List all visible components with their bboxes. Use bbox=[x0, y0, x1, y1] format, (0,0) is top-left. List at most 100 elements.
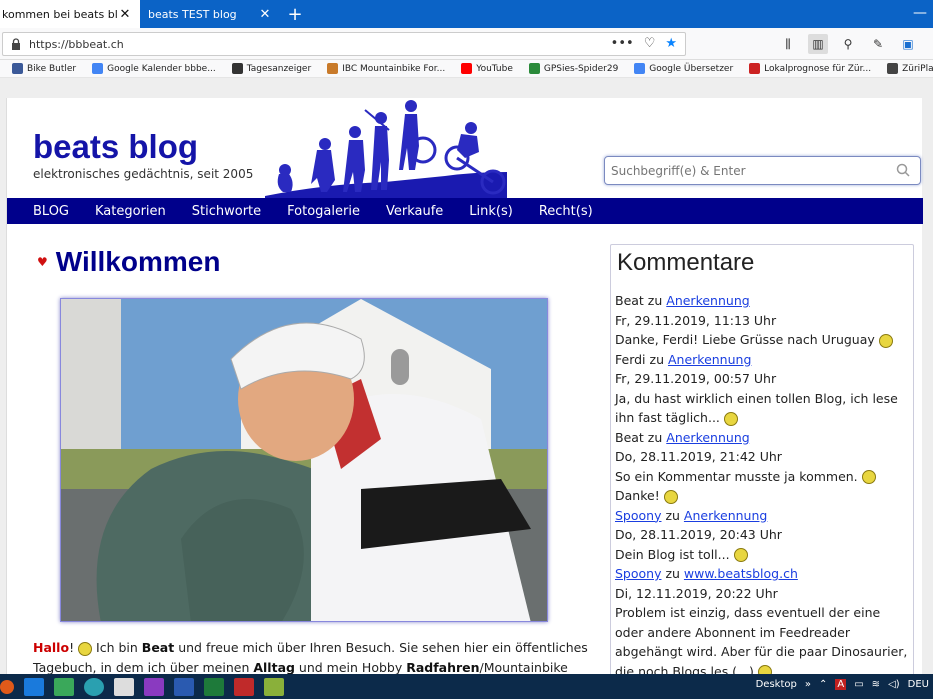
close-tab-icon[interactable]: ✕ bbox=[118, 7, 132, 22]
bookmark-item[interactable]: Google Kalender bbbe... bbox=[92, 63, 216, 74]
tray-up-icon[interactable]: ⌃ bbox=[819, 679, 827, 690]
comment-post-link[interactable]: www.beatsblog.ch bbox=[684, 566, 798, 581]
bookmark-item[interactable]: ZüriPlan bbox=[887, 63, 933, 74]
bookmark-label: Bike Butler bbox=[27, 63, 77, 74]
page-viewport: beats blog elektronisches gedächtnis, se… bbox=[0, 78, 933, 684]
comment-zu: zu bbox=[645, 351, 668, 367]
menu-item[interactable]: Stichworte bbox=[179, 204, 274, 219]
bookmark-item[interactable]: YouTube bbox=[461, 63, 513, 74]
menu-item[interactable]: Kategorien bbox=[82, 204, 179, 219]
comment-author[interactable]: Spoony bbox=[615, 566, 661, 581]
comment-text: Dein Blog ist toll... bbox=[615, 546, 730, 562]
word-icon[interactable] bbox=[174, 677, 194, 696]
app-icon[interactable] bbox=[84, 677, 104, 696]
comment-item: Beat zu Anerkennung Fr, 29.11.2019, 11:13… bbox=[615, 291, 909, 350]
bookmark-item[interactable]: Tagesanzeiger bbox=[231, 63, 311, 74]
search-input[interactable] bbox=[605, 157, 885, 184]
comment-author[interactable]: Spoony bbox=[615, 508, 661, 523]
bookmark-label: YouTube bbox=[476, 63, 513, 74]
favicon-icon bbox=[231, 63, 243, 74]
app-icon[interactable] bbox=[54, 677, 74, 696]
url-bar[interactable]: https://bbbeat.ch ••• ♡ ★ bbox=[2, 32, 686, 56]
acrobat-icon[interactable]: A bbox=[835, 679, 847, 690]
search-icon[interactable] bbox=[896, 163, 910, 177]
comment-item: Ferdi zu Anerkennung Fr, 29.11.2019, 00:5… bbox=[615, 350, 909, 428]
site-tagline: elektronisches gedächtnis, seit 2005 bbox=[33, 167, 254, 181]
new-tab-button[interactable]: + bbox=[280, 0, 310, 28]
close-tab-icon[interactable]: ✕ bbox=[258, 7, 272, 22]
bookmark-item[interactable]: Lokalprognose für Zür... bbox=[749, 63, 871, 74]
tab-bar: kommen bei beats blog ✕ beats TEST blog … bbox=[0, 0, 933, 28]
bookmark-star-icon[interactable]: ★ bbox=[665, 36, 677, 51]
menu-item[interactable]: Verkaufe bbox=[373, 204, 456, 219]
bookmark-item[interactable]: Bike Butler bbox=[12, 63, 76, 74]
favicon-icon bbox=[887, 63, 899, 74]
comment-zu: zu bbox=[661, 566, 684, 581]
desktop-label[interactable]: Desktop bbox=[756, 679, 797, 690]
library-icon[interactable]: ⫼ bbox=[778, 34, 798, 54]
outlook-icon[interactable] bbox=[24, 677, 44, 696]
menu-item[interactable]: BLOG bbox=[7, 204, 82, 219]
menu-item[interactable]: Recht(s) bbox=[526, 204, 606, 219]
comment-date: Fr, 29.11.2019, 11:13 Uhr bbox=[615, 312, 777, 328]
bookmark-item[interactable]: GPSies-Spider29 bbox=[528, 63, 618, 74]
tab-willkommen[interactable]: kommen bei beats blog ✕ bbox=[0, 0, 140, 28]
app-icon[interactable] bbox=[264, 677, 284, 696]
chevron-icon[interactable]: » bbox=[805, 679, 811, 690]
smiley-icon bbox=[78, 641, 93, 656]
extension-icon[interactable]: ⚲ bbox=[838, 34, 858, 54]
pocket-icon[interactable]: ♡ bbox=[644, 36, 656, 51]
comment-post-link[interactable]: Anerkennung bbox=[666, 430, 749, 445]
menu-item[interactable]: Fotogalerie bbox=[274, 204, 373, 219]
comment-item: Spoony zu Anerkennung Do, 28.11.2019, 20:… bbox=[615, 506, 909, 565]
comment-post-link[interactable]: Anerkennung bbox=[666, 293, 749, 308]
comment-date: Fr, 29.11.2019, 00:57 Uhr bbox=[615, 371, 777, 386]
alltag-word: Alltag bbox=[253, 660, 295, 675]
firefox-icon[interactable] bbox=[0, 679, 14, 694]
menu-item[interactable]: Link(s) bbox=[456, 204, 526, 219]
comment-text: Danke, Ferdi! Liebe Grüsse nach Uruguay bbox=[615, 332, 875, 347]
favicon-icon bbox=[634, 63, 646, 74]
radfahren-word: Radfahren bbox=[406, 660, 480, 675]
tab-test-blog[interactable]: beats TEST blog ✕ bbox=[140, 0, 280, 28]
bookmark-item[interactable]: Google Übersetzer bbox=[634, 63, 733, 74]
taskbar: Desktop » ⌃ A ▭ ≋ ◁) DEU bbox=[0, 674, 933, 699]
comment-author: Beat bbox=[615, 429, 644, 445]
app-icon[interactable] bbox=[114, 677, 134, 696]
plus-icon: + bbox=[287, 3, 303, 25]
favicon-icon bbox=[12, 63, 23, 74]
excel-icon[interactable] bbox=[204, 677, 224, 696]
bookmark-item[interactable]: IBC Mountainbike For... bbox=[327, 63, 445, 74]
tab-title: kommen bei beats blog bbox=[2, 7, 118, 21]
bookmark-label: Lokalprognose für Zür... bbox=[764, 63, 872, 74]
comment-text: So ein Kommentar musste ja kommen. bbox=[615, 468, 858, 484]
site-title[interactable]: beats blog bbox=[33, 128, 198, 166]
comment-zu: zu bbox=[661, 507, 684, 523]
post-title[interactable]: Willkommen bbox=[56, 246, 221, 278]
comment-post-link[interactable]: Anerkennung bbox=[684, 508, 767, 523]
battery-icon[interactable]: ▭ bbox=[854, 679, 863, 690]
search-box[interactable] bbox=[604, 156, 921, 185]
favicon-icon bbox=[528, 63, 540, 74]
extension-icon[interactable]: ✎ bbox=[868, 34, 888, 54]
extension-icon[interactable]: ▣ bbox=[898, 34, 918, 54]
comment-text: Ja, du hast wirklich einen tollen Blog, … bbox=[615, 390, 898, 426]
intro-text: /Mountainbike bbox=[479, 660, 568, 675]
volume-icon[interactable]: ◁) bbox=[888, 679, 900, 690]
comment-author: Ferdi bbox=[615, 351, 646, 367]
more-actions-icon[interactable]: ••• bbox=[611, 36, 634, 51]
wifi-icon[interactable]: ≋ bbox=[872, 679, 880, 690]
comment-zu: zu bbox=[643, 293, 667, 308]
comment-text: Danke! bbox=[615, 488, 660, 503]
language-indicator[interactable]: DEU bbox=[908, 679, 929, 690]
onenote-icon[interactable] bbox=[144, 677, 164, 696]
bookmark-label: Google Übersetzer bbox=[649, 63, 734, 74]
lock-icon bbox=[12, 38, 20, 50]
sidebar-icon[interactable]: ▥ bbox=[808, 34, 828, 54]
minimize-icon[interactable]: — bbox=[913, 5, 927, 21]
filezilla-icon[interactable] bbox=[234, 677, 254, 696]
extension-badge-icon[interactable]: ◆ bbox=[928, 34, 933, 54]
comments-heading: Kommentare bbox=[617, 249, 755, 276]
comments-widget: Kommentare Beat zu Anerkennung Fr, 29.11.… bbox=[610, 244, 914, 684]
comment-post-link[interactable]: Anerkennung bbox=[668, 352, 751, 367]
